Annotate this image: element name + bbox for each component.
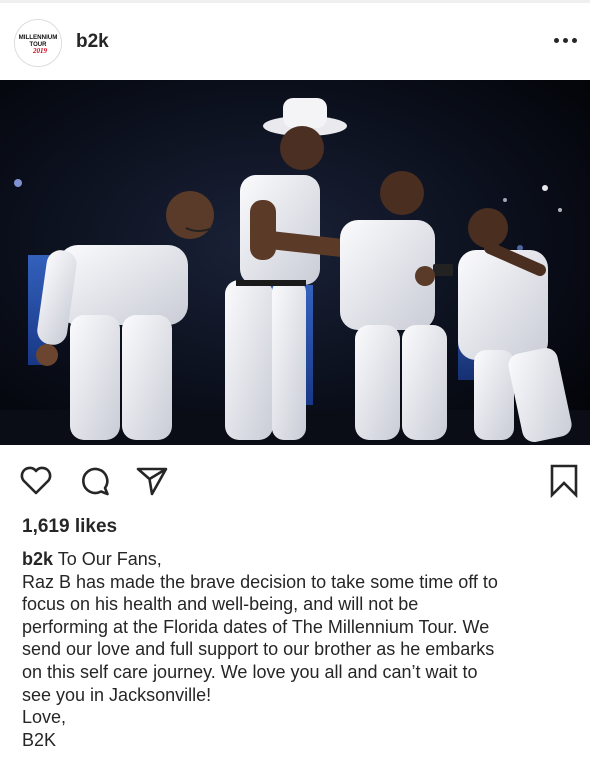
millennium-tour-logo: MILLENNIUM TOUR 2019 [15, 20, 61, 66]
heart-icon[interactable] [18, 462, 54, 498]
share-icon[interactable] [134, 462, 170, 498]
post-caption: b2k To Our Fans, Raz B has made the brav… [22, 548, 582, 751]
caption-line: focus on his health and well-being, and … [22, 594, 419, 615]
caption-username[interactable]: b2k [22, 549, 53, 569]
caption-line: see you in Jacksonville! [22, 684, 212, 705]
concert-photo-illustration [0, 80, 590, 445]
likes-count[interactable]: 1,619 likes [22, 516, 117, 538]
caption-line: Love, [22, 707, 67, 728]
caption-line: on this self care journey. We love you a… [22, 661, 478, 682]
post-photo[interactable] [0, 80, 590, 445]
bookmark-icon[interactable] [546, 462, 582, 498]
caption-first-line: b2k To Our Fans, [22, 548, 582, 571]
post-actions [0, 445, 590, 509]
avatar[interactable]: MILLENNIUM TOUR 2019 [14, 19, 62, 67]
caption-line: send our love and full support to our br… [22, 639, 495, 660]
caption-line: performing at the Florida dates of The M… [22, 616, 490, 637]
comment-icon[interactable] [77, 462, 113, 498]
post-username[interactable]: b2k [76, 31, 109, 53]
caption-greeting: To Our Fans, [57, 549, 162, 569]
caption-line: Raz B has made the brave decision to tak… [22, 571, 498, 592]
caption-line: B2K [22, 729, 57, 750]
logo-line-1: MILLENNIUM [19, 34, 58, 41]
logo-line-3: 2019 [32, 47, 48, 55]
post-header: MILLENNIUM TOUR 2019 b2k [0, 3, 590, 80]
more-horizontal-icon[interactable] [552, 33, 580, 47]
